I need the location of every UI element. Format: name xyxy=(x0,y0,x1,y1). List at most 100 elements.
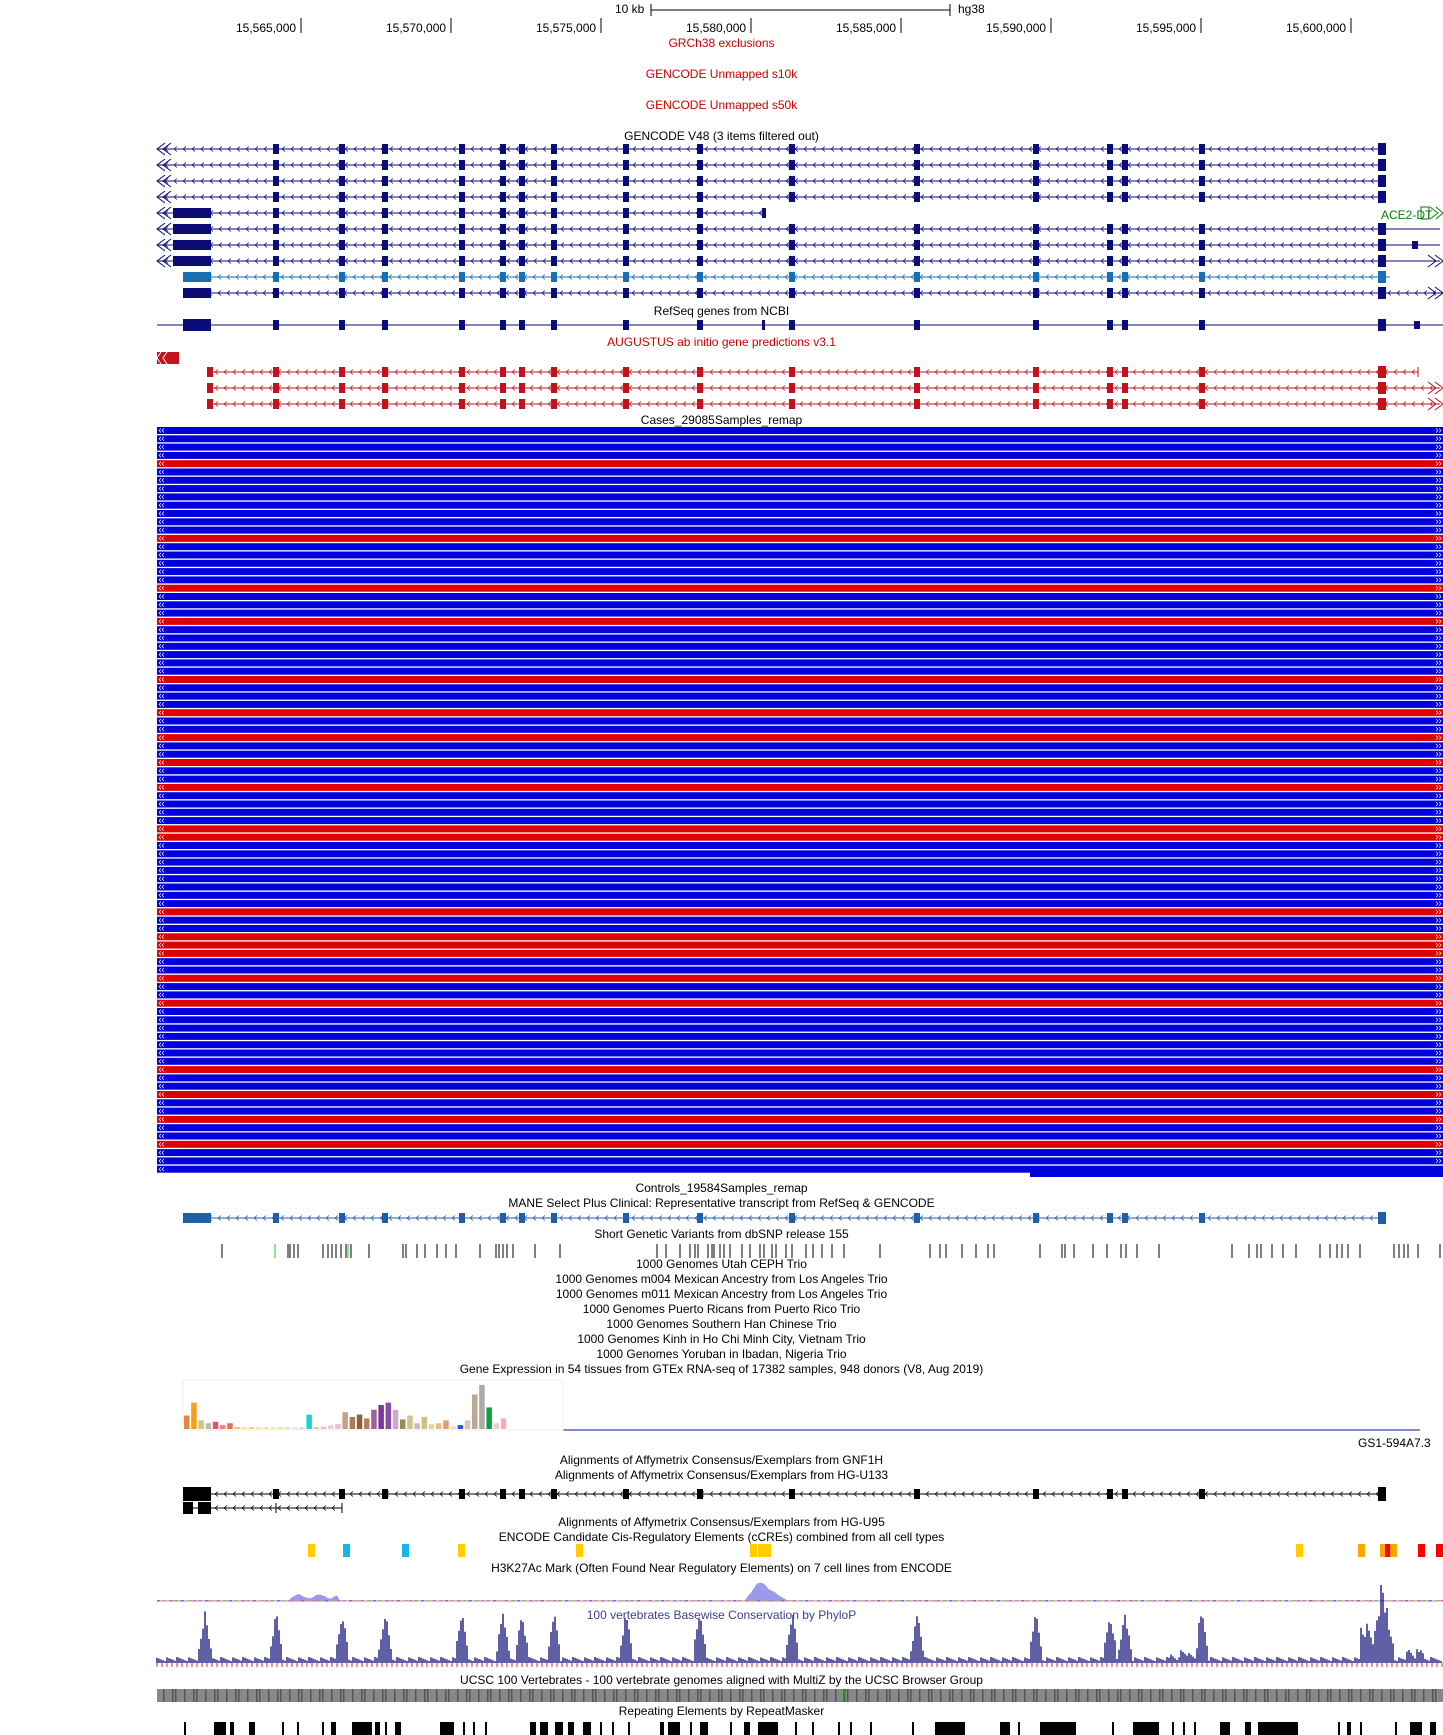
h3k27ac-cellline-trace xyxy=(853,1600,856,1602)
ruler-tick-label: 15,575,000 xyxy=(536,21,597,35)
case-read-row xyxy=(157,651,1443,659)
track-label-gencode-v48[interactable]: GENCODE V48 (3 items filtered out) xyxy=(0,129,1443,143)
h3k27ac-cellline-trace xyxy=(445,1600,448,1602)
track-label-gencode-unmapped-s50k[interactable]: GENCODE Unmapped s50k xyxy=(0,98,1443,112)
track-label-affy-u133[interactable]: Alignments of Affymetrix Consensus/Exemp… xyxy=(0,1468,1443,1482)
track-label-dbsnp[interactable]: Short Genetic Variants from dbSNP releas… xyxy=(0,1227,1443,1241)
track-label-grch38-exclusions[interactable]: GRCh38 exclusions xyxy=(0,36,1443,50)
repeat-element xyxy=(1410,1722,1422,1735)
h3k27ac-cellline-trace xyxy=(391,1600,394,1602)
track-label-refseq[interactable]: RefSeq genes from NCBI xyxy=(0,304,1443,318)
exon-block xyxy=(623,383,629,393)
track-label-1kg-ceph[interactable]: 1000 Genomes Utah CEPH Trio xyxy=(0,1257,1443,1271)
h3k27ac-cellline-trace xyxy=(451,1600,454,1602)
exon-block xyxy=(273,208,279,218)
track-label-1kg-puerto-rico[interactable]: 1000 Genomes Puerto Ricans from Puerto R… xyxy=(0,1302,1443,1316)
multiz-conservation-band xyxy=(331,1689,333,1702)
track-label-encode-ccre[interactable]: ENCODE Candidate Cis-Regulatory Elements… xyxy=(0,1530,1443,1544)
multiz-conservation-band xyxy=(280,1689,282,1702)
h3k27ac-cellline-trace xyxy=(757,1600,760,1602)
exon-block xyxy=(500,144,506,154)
repeat-element xyxy=(322,1722,324,1735)
h3k27ac-cellline-trace xyxy=(1261,1600,1264,1602)
h3k27ac-cellline-trace xyxy=(1195,1600,1198,1602)
track-label-1kg-m004[interactable]: 1000 Genomes m004 Mexican Ancestry from … xyxy=(0,1272,1443,1286)
case-read-row xyxy=(157,1041,1443,1049)
track-label-h3k27ac[interactable]: H3K27Ac Mark (Often Found Near Regulator… xyxy=(0,1561,1443,1575)
exon-block xyxy=(1122,256,1128,266)
track-label-affy-gnf1h[interactable]: Alignments of Affymetrix Consensus/Exemp… xyxy=(0,1453,1443,1467)
multiz-conservation-band xyxy=(679,1689,681,1702)
multiz-conservation-band xyxy=(1432,1689,1434,1702)
affy-exon xyxy=(697,1489,703,1499)
exon-block xyxy=(623,256,629,266)
track-label-repeatmasker[interactable]: Repeating Elements by RepeatMasker xyxy=(0,1704,1443,1718)
exon-block xyxy=(519,208,525,218)
h3k27ac-cellline-trace xyxy=(1351,1600,1354,1602)
exon-block xyxy=(273,160,279,170)
h3k27ac-cellline-trace xyxy=(961,1600,964,1602)
gtex-tissue-bar xyxy=(378,1405,384,1429)
track-label-gencode-unmapped-s10k[interactable]: GENCODE Unmapped s10k xyxy=(0,67,1443,81)
h3k27ac-cellline-trace xyxy=(439,1600,442,1602)
h3k27ac-cellline-trace xyxy=(331,1600,334,1602)
exon-block xyxy=(382,383,388,393)
track-label-affy-u95[interactable]: Alignments of Affymetrix Consensus/Exemp… xyxy=(0,1515,1443,1529)
h3k27ac-cellline-trace xyxy=(547,1600,550,1602)
track-label-augustus[interactable]: AUGUSTUS ab initio gene predictions v3.1 xyxy=(0,335,1443,349)
h3k27ac-cellline-trace xyxy=(1207,1600,1210,1602)
gtex-gene-label[interactable]: GS1-594A7.3 xyxy=(1358,1436,1431,1450)
exon-block xyxy=(339,208,345,218)
exon-block xyxy=(382,160,388,170)
case-read-row xyxy=(157,617,1443,625)
ccre-element xyxy=(576,1544,583,1557)
affy-exon xyxy=(1199,1489,1205,1499)
exon-block xyxy=(1122,367,1128,377)
multiz-conservation-band xyxy=(910,1689,912,1702)
track-label-multiz[interactable]: UCSC 100 Vertebrates - 100 vertebrate ge… xyxy=(0,1673,1443,1687)
multiz-conservation-band xyxy=(1204,1689,1206,1702)
gtex-tissue-bar xyxy=(400,1419,406,1429)
track-label-cases[interactable]: Cases_29085Samples_remap xyxy=(0,413,1443,427)
track-label-mane[interactable]: MANE Select Plus Clinical: Representativ… xyxy=(0,1196,1443,1210)
h3k27ac-cellline-trace xyxy=(1405,1600,1408,1602)
exon-block xyxy=(382,320,388,330)
track-label-1kg-yoruban[interactable]: 1000 Genomes Yoruban in Ibadan, Nigeria … xyxy=(0,1347,1443,1361)
ruler-tick-label: 15,595,000 xyxy=(1136,21,1197,35)
exon-block xyxy=(500,176,506,186)
exon-block xyxy=(1122,240,1128,250)
ccre-element xyxy=(1418,1544,1425,1557)
case-read-row xyxy=(157,783,1443,791)
repeat-element xyxy=(214,1722,226,1735)
case-read-row xyxy=(157,584,1443,592)
exon-block xyxy=(273,399,279,409)
track-label-phylop[interactable]: 100 vertebrates Basewise Conservation by… xyxy=(0,1608,1443,1622)
exon-block xyxy=(459,240,465,250)
exon-block xyxy=(339,399,345,409)
exon-block xyxy=(762,320,765,330)
gtex-tissue-bar xyxy=(428,1424,435,1429)
track-label-1kg-m011[interactable]: 1000 Genomes m011 Mexican Ancestry from … xyxy=(0,1287,1443,1301)
exon-block xyxy=(697,272,703,282)
track-label-1kg-kinh[interactable]: 1000 Genomes Kinh in Ho Chi Minh City, V… xyxy=(0,1332,1443,1346)
h3k27ac-cellline-trace xyxy=(505,1600,508,1602)
exon-block xyxy=(1122,192,1128,202)
exon-block xyxy=(1107,224,1113,234)
gtex-tissue-bar xyxy=(205,1423,212,1429)
gene-label-ace2-dt[interactable]: ACE2-DT xyxy=(1381,208,1432,222)
track-label-controls[interactable]: Controls_19584Samples_remap xyxy=(0,1181,1443,1195)
track-label-1kg-han-chinese[interactable]: 1000 Genomes Southern Han Chinese Trio xyxy=(0,1317,1443,1331)
multiz-conservation-band xyxy=(1297,1689,1299,1702)
exon-block xyxy=(1033,288,1039,298)
h3k27ac-cellline-trace xyxy=(457,1600,460,1602)
multiz-conservation-band xyxy=(742,1689,744,1702)
h3k27ac-cellline-trace xyxy=(577,1600,580,1602)
track-label-gtex[interactable]: Gene Expression in 54 tissues from GTEx … xyxy=(0,1362,1443,1376)
exon-block xyxy=(551,320,557,330)
utr-block xyxy=(207,399,213,409)
exon-block xyxy=(382,240,388,250)
h3k27ac-cellline-trace xyxy=(487,1600,490,1602)
h3k27ac-cellline-trace xyxy=(1435,1600,1438,1602)
case-read-row xyxy=(157,742,1443,750)
exon-block xyxy=(1107,176,1113,186)
